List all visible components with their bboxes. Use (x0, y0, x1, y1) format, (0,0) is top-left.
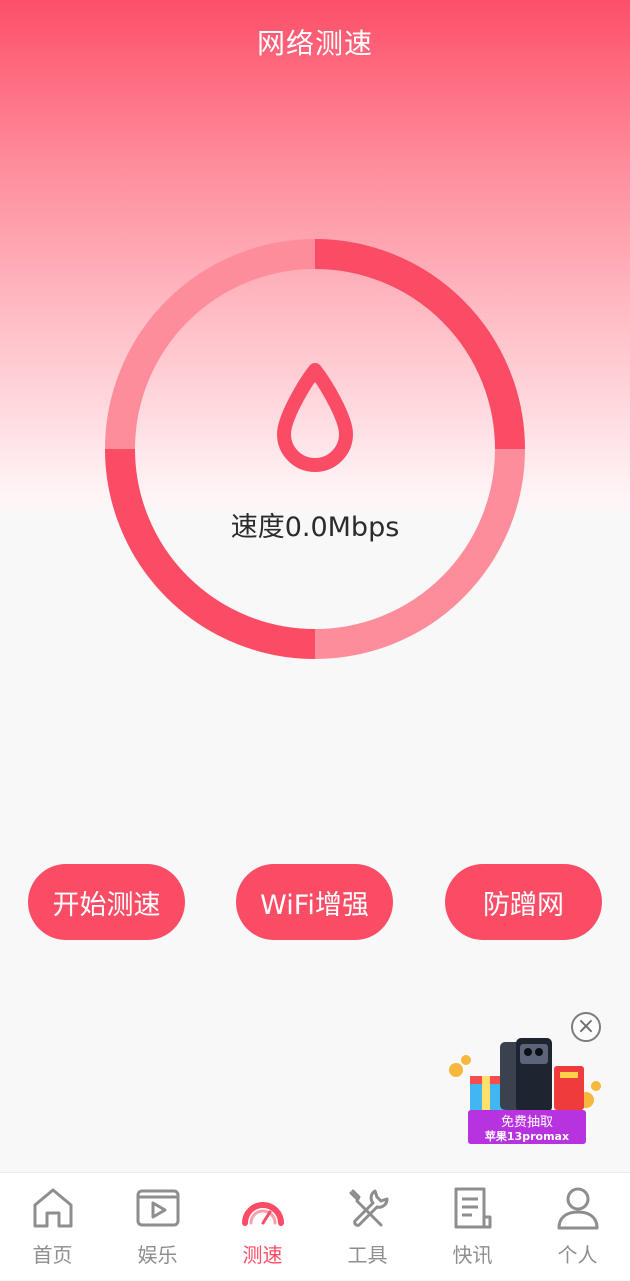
person-icon (557, 1187, 599, 1230)
gauge-segment-bottom-right (314, 448, 525, 659)
speed-readout: 速度0.0Mbps (230, 512, 400, 543)
tab-label: 首页 (32, 1243, 73, 1267)
tab-news[interactable]: 快讯 (420, 1173, 525, 1281)
tab-entertainment[interactable]: 娱乐 (105, 1173, 210, 1281)
tab-home[interactable]: 首页 (0, 1173, 105, 1281)
tab-label: 快讯 (452, 1243, 493, 1267)
tab-label: 测速 (242, 1243, 283, 1267)
tab-label: 工具 (347, 1243, 388, 1267)
drop-icon (277, 363, 353, 472)
tab-speedtest[interactable]: 测速 (210, 1173, 315, 1281)
tab-label: 个人 (557, 1243, 598, 1267)
page-title: 网络测速 (256, 27, 373, 60)
gauge-ring (105, 239, 525, 659)
home-icon (33, 1188, 73, 1228)
tab-label: 娱乐 (137, 1243, 178, 1267)
wifi-boost-button[interactable]: WiFi增强 (236, 864, 393, 940)
video-icon (136, 1189, 180, 1227)
ad-image (449, 1038, 601, 1116)
action-buttons: 开始测速 WiFi增强 防蹭网 (28, 864, 602, 940)
tab-tools[interactable]: 工具 (315, 1173, 420, 1281)
start-speedtest-button[interactable]: 开始测速 (28, 864, 185, 940)
tools-icon (349, 1189, 389, 1227)
speed-gauge (105, 239, 525, 659)
floating-ad[interactable]: × 免费抽取 苹果13promax (446, 1010, 606, 1150)
ad-subtitle: 苹果13promax (484, 1130, 570, 1143)
news-icon (454, 1187, 492, 1229)
speedometer-icon (242, 1202, 284, 1226)
ad-banner[interactable]: 免费抽取 苹果13promax (468, 1110, 586, 1144)
gauge-segment-bottom-left (105, 448, 316, 659)
bottom-tab-bar: 首页 娱乐 测速 工具 快讯 个人 (0, 1172, 630, 1280)
anti-leech-button[interactable]: 防蹭网 (445, 864, 602, 940)
tab-profile[interactable]: 个人 (525, 1173, 630, 1281)
